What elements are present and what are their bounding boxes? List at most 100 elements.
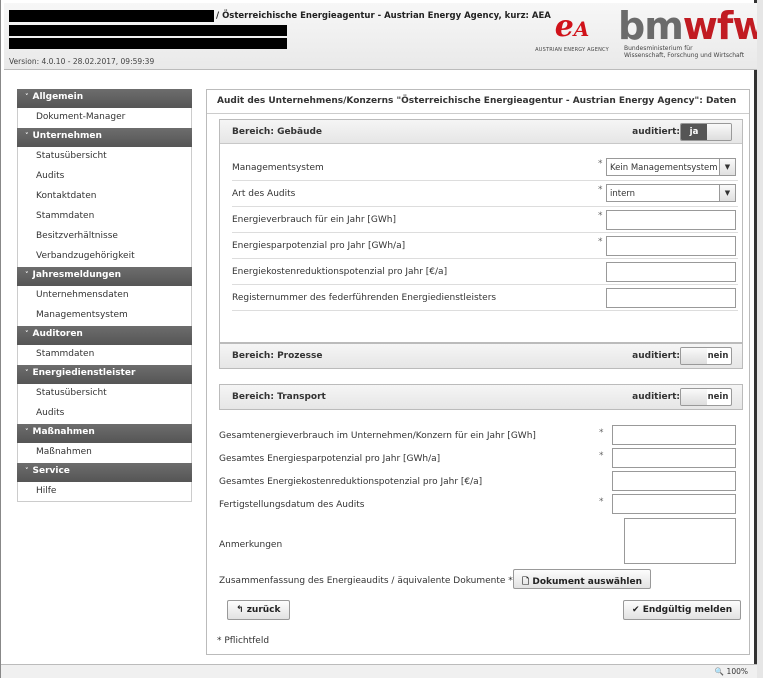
zoom-icon: 🔍 [714,667,725,676]
field-row-fertigstellungsdatum: Fertigstellungsdatum des Audits * [219,494,739,516]
sidebar-item-unternehmensdaten[interactable]: Unternehmensdaten [17,286,192,306]
gesamtenergieverbrauch-input[interactable] [612,425,736,445]
back-button[interactable]: ↰ zurück [227,600,290,620]
toggle-value: ja [681,124,707,140]
required-star: * [598,159,603,169]
managementsystem-select[interactable]: Kein Managementsystem ▼ [606,158,736,176]
field-label: Gesamtenergieverbrauch im Unternehmen/Ko… [219,431,536,441]
bmwfw-logo-sub2: Wissenschaft, Forschung und Wirtschaft [624,52,745,59]
required-star: * [598,185,603,195]
field-row-dokumente: Zusammenfassung des Energieaudits / äqui… [219,570,739,592]
field-row-art-des-audits: Art des Audits * intern ▼ [232,181,738,207]
section-prozesse: Bereich: Prozesse auditiert: nein [219,343,743,369]
field-row-energiekostenreduktion: Energiekostenreduktionspotenzial pro Jah… [232,259,738,285]
sidebar-item-edl-statusuebersicht[interactable]: Statusübersicht [17,384,192,404]
scrollbar[interactable] [757,0,763,678]
sidebar-section-unternehmen[interactable]: ˅ Unternehmen [17,128,192,147]
bmwfw-logo: bmwfw Bundesministerium für Wissenschaft… [618,7,763,67]
field-label: Managementsystem [232,163,324,173]
audited-label: auditiert: [632,392,680,402]
section-gebaeude: Bereich: Gebäude auditiert: ja Managemen… [219,119,743,343]
section-prozesse-header[interactable]: Bereich: Prozesse auditiert: nein [220,344,742,368]
field-row-registernummer: Registernummer des federführenden Energi… [232,285,738,311]
sidebar-item-audits[interactable]: Audits [17,167,192,187]
required-star: * [599,497,604,507]
select-document-button[interactable]: 🗋 Dokument auswählen [513,569,651,589]
sidebar-item-dokument-manager[interactable]: Dokument-Manager [17,108,192,128]
sidebar-item-kontaktdaten[interactable]: Kontaktdaten [17,187,192,207]
sidebar-item-stammdaten[interactable]: Stammdaten [17,207,192,227]
field-row-gesamtes-energiesparpotenzial: Gesamtes Energiesparpotenzial pro Jahr [… [219,448,739,470]
sidebar-item-edl-audits[interactable]: Audits [17,404,192,424]
ea-logo-caption: AUSTRIAN ENERGY AGENCY [535,47,609,53]
section-transport: Bereich: Transport auditiert: nein [219,384,743,410]
version-label: Version: 4.0.10 - 28.02.2017, 09:59:39 [9,57,155,66]
sidebar-item-statusuebersicht[interactable]: Statusübersicht [17,147,192,167]
document-icon: 🗋 [522,577,530,587]
fertigstellungsdatum-input[interactable] [612,494,736,514]
anmerkungen-textarea[interactable] [624,518,736,564]
field-row-energieverbrauch: Energieverbrauch für ein Jahr [GWh] * [232,207,738,233]
sidebar-item-hilfe[interactable]: Hilfe [17,482,192,502]
sidebar-item-besitzverhaeltnisse[interactable]: Besitzverhältnisse [17,227,192,247]
chevron-down-icon: ▼ [719,185,735,201]
audited-toggle-gebaeude[interactable]: ja [680,123,732,141]
section-gebaeude-header[interactable]: Bereich: Gebäude auditiert: ja [220,120,742,144]
sidebar-nav: ˅ Allgemein Dokument-Manager ˅ Unternehmen… [17,89,192,502]
field-label: Art des Audits [232,189,296,199]
sidebar-section-auditoren[interactable]: ˅ Auditoren [17,326,192,345]
required-note: * Pflichtfeld [217,636,270,646]
section-title: Bereich: Gebäude [232,127,323,137]
required-star: * [599,428,604,438]
sidebar-section-service[interactable]: ˅ Service [17,463,192,482]
field-label: Registernummer des federführenden Energi… [232,293,497,303]
required-star: * [599,451,604,461]
chevron-down-icon: ˅ [25,132,29,140]
toggle-knob [707,124,731,140]
sidebar-item-managementsystem[interactable]: Managementsystem [17,306,192,326]
section-transport-header[interactable]: Bereich: Transport auditiert: nein [220,385,742,409]
audited-toggle-transport[interactable]: nein [680,388,732,406]
sidebar-item-massnahmen[interactable]: Maßnahmen [17,443,192,463]
art-des-audits-select[interactable]: intern ▼ [606,184,736,202]
field-row-gesamtes-energiekostenreduktionspotenzial: Gesamtes Energiekostenreduktionspotenzia… [219,471,739,493]
field-label: Fertigstellungsdatum des Audits [219,500,365,510]
toggle-knob [681,348,707,364]
sidebar-section-allgemein[interactable]: ˅ Allgemein [17,89,192,108]
gesamtes-energiekostenreduktion-input[interactable] [612,471,736,491]
chevron-down-icon: ˅ [25,93,29,101]
redacted-text [9,38,287,49]
sidebar-section-massnahmen[interactable]: ˅ Maßnahmen [17,424,192,443]
audited-toggle-prozesse[interactable]: nein [680,347,732,365]
energiesparpotenzial-input[interactable] [606,236,736,256]
field-row-gesamtenergieverbrauch: Gesamtenergieverbrauch im Unternehmen/Ko… [219,425,739,447]
section-title: Bereich: Transport [232,392,326,402]
status-bar: 🔍 100% [1,664,758,678]
gesamtes-energiesparpotenzial-input[interactable] [612,448,736,468]
browser-frame: / Österreichische Energieagentur - Austr… [0,0,763,678]
page-title: Audit des Unternehmens/Konzerns "Österre… [207,90,749,114]
field-label: Zusammenfassung des Energieaudits / äqui… [219,576,513,586]
chevron-down-icon: ˅ [25,467,29,475]
energiekostenreduktion-input[interactable] [606,262,736,282]
sidebar-section-energiedienstleister[interactable]: ˅ Energiedienstleister [17,365,192,384]
sidebar-item-auditoren-stammdaten[interactable]: Stammdaten [17,345,192,365]
submit-final-button[interactable]: ✔ Endgültig melden [623,600,742,620]
checkmark-icon: ✔ [632,605,640,615]
austrian-energy-agency-logo: eA AUSTRIAN ENERGY AGENCY [530,9,614,67]
field-label: Anmerkungen [219,540,283,550]
field-row-managementsystem: Managementsystem * Kein Managementsystem… [232,155,738,181]
redacted-text [9,25,287,36]
chevron-down-icon: ˅ [25,330,29,338]
chevron-down-icon: ▼ [719,159,735,175]
field-label: Energiesparpotenzial pro Jahr [GWh/a] [232,241,406,251]
zoom-indicator[interactable]: 🔍 100% [715,667,748,676]
sidebar-item-verbandzugehoerigkeit[interactable]: Verbandzugehörigkeit [17,247,192,267]
back-arrow-icon: ↰ [236,605,244,615]
required-star: * [598,237,603,247]
energieverbrauch-input[interactable] [606,210,736,230]
chevron-down-icon: ˅ [25,369,29,377]
registernummer-input[interactable] [606,288,736,308]
field-label: Gesamtes Energiekostenreduktionspotenzia… [219,477,483,487]
sidebar-section-jahresmeldungen[interactable]: ˅ Jahresmeldungen [17,267,192,286]
